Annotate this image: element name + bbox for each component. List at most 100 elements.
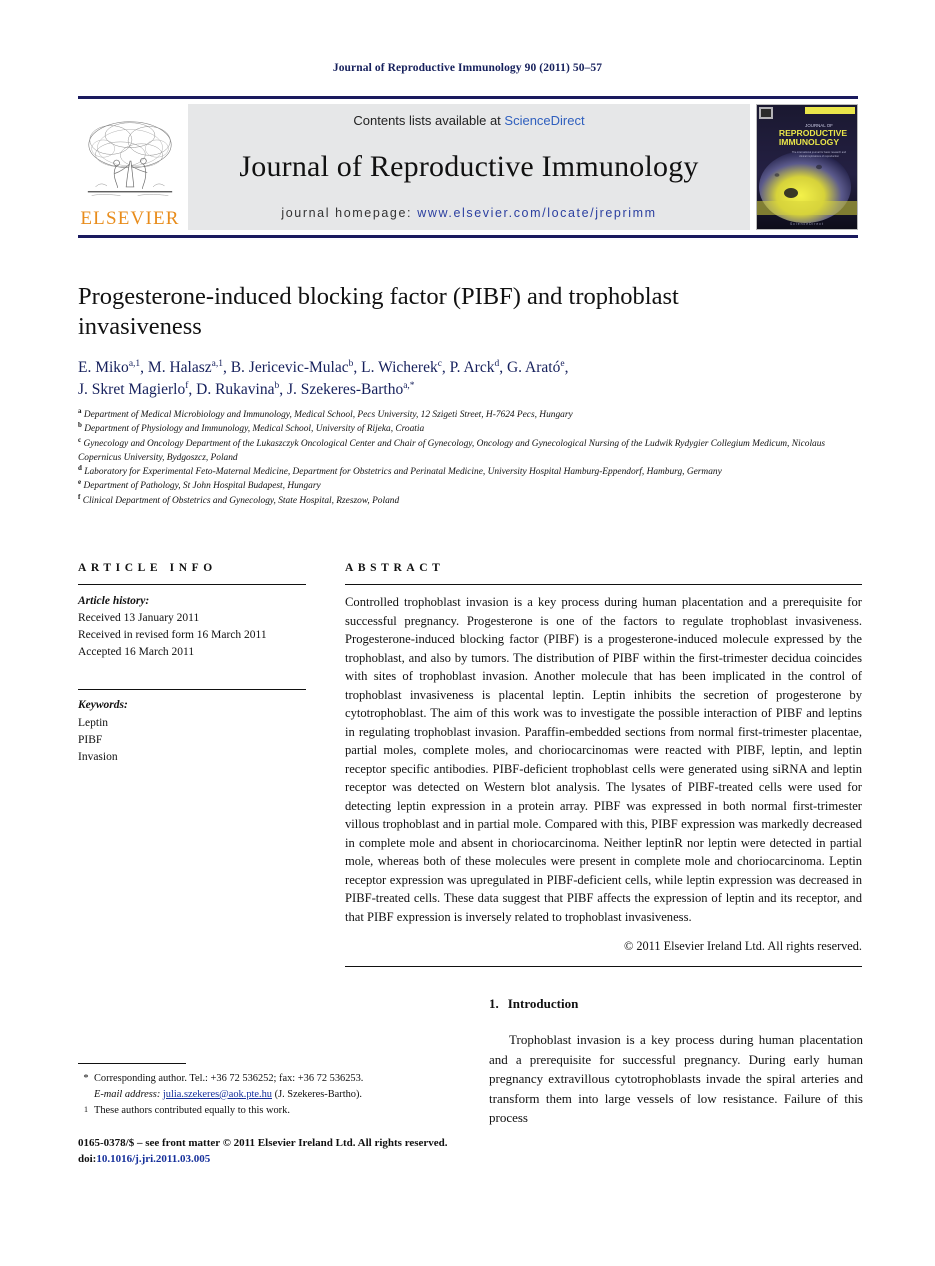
contents-prefix: Contents lists available at <box>353 113 505 128</box>
elsevier-tree-icon <box>87 121 173 196</box>
sciencedirect-link[interactable]: ScienceDirect <box>504 113 584 128</box>
affiliation-item: b Department of Physiology and Immunolog… <box>78 422 868 436</box>
journal-homepage-line: journal homepage: www.elsevier.com/locat… <box>281 206 656 220</box>
affiliation-item: d Laboratory for Experimental Feto-Mater… <box>78 465 868 479</box>
section-number: 1. <box>489 996 499 1011</box>
author-affil-marks: b <box>348 358 354 369</box>
email-address-label: E-mail address: <box>94 1088 161 1100</box>
equal-contribution-text: These authors contributed equally to thi… <box>94 1105 290 1117</box>
homepage-url-link[interactable]: www.elsevier.com/locate/jreprimm <box>417 206 656 220</box>
keyword-item: Invasion <box>78 750 118 763</box>
author-entry: L. Wicherekc, <box>361 358 450 376</box>
affiliation-text: Department of Physiology and Immunology,… <box>84 424 425 435</box>
masthead-center-panel: Contents lists available at ScienceDirec… <box>188 104 750 230</box>
author-entry: E. Mikoa,1, <box>78 358 148 376</box>
journal-masthead: ELSEVIER Contents lists available at Sci… <box>78 96 858 238</box>
footnote-block: * Corresponding author. Tel.: +36 72 536… <box>78 1063 458 1120</box>
page-title: Progesterone-induced blocking factor (PI… <box>78 283 679 340</box>
article-page: Journal of Reproductive Immunology 90 (2… <box>0 0 935 1266</box>
author-name: D. Rukavina <box>196 381 275 399</box>
article-history-item: Received in revised form 16 March 2011 <box>78 629 267 642</box>
author-affil-marks: e <box>560 358 565 369</box>
author-name: P. Arck <box>449 359 495 376</box>
author-entry: J. Szekeres-Barthoa,* <box>287 381 415 398</box>
keywords-rule <box>78 689 306 691</box>
affiliation-item: e Department of Pathology, St John Hospi… <box>78 479 868 493</box>
article-history-item: Received 13 January 2011 <box>78 612 200 625</box>
author-affil-marks: c <box>437 358 442 369</box>
affiliation-text: Laboratory for Experimental Feto-Materna… <box>84 467 722 478</box>
affiliation-text: Gynecology and Oncology Department of th… <box>78 438 826 463</box>
keywords-label: Keywords: <box>78 699 128 712</box>
author-name: M. Halasz <box>147 359 212 376</box>
corresponding-author-footnote: * Corresponding author. Tel.: +36 72 536… <box>78 1071 458 1102</box>
homepage-label: journal homepage: <box>281 206 413 220</box>
author-entry: D. Rukavinab, <box>196 381 287 399</box>
keyword-item: PIBF <box>78 733 103 746</box>
affiliation-mark: f <box>78 492 81 501</box>
author-name: B. Jericevic-Mulac <box>230 359 349 376</box>
author-entry: G. Aratóe, <box>506 358 569 376</box>
article-info-rule <box>78 584 306 585</box>
running-head: Journal of Reproductive Immunology 90 (2… <box>332 62 603 74</box>
author-affil-marks: b <box>274 381 280 392</box>
author-affil-marks: f <box>185 381 189 392</box>
affiliation-text: Clinical Department of Obstetrics and Gy… <box>82 495 400 506</box>
svg-text:The international journal for: The international journal for basic rese… <box>792 150 847 154</box>
doi-label: doi: <box>78 1152 97 1165</box>
author-entry: J. Skret Magierlof, <box>78 381 197 399</box>
author-entry: B. Jericevic-Mulacb, <box>230 358 362 376</box>
abstract-bottom-rule <box>345 966 862 967</box>
affiliation-text: Department of Medical Microbiology and I… <box>83 410 573 420</box>
author-affil-marks: a,* <box>403 381 415 392</box>
author-affil-marks: a,1 <box>128 358 141 369</box>
masthead-top-rule <box>78 96 858 99</box>
author-name: J. Szekeres-Bartho <box>286 381 404 399</box>
article-history-label: Article history: <box>78 595 150 607</box>
corresponding-author-text: Corresponding author. Tel.: +36 72 53625… <box>94 1071 458 1102</box>
email-address-link[interactable]: julia.szekeres@aok.pte.hu <box>163 1089 272 1100</box>
journal-cover-thumbnail[interactable]: JOURNAL OF REPRODUCTIVE IMMUNOLOGY The i… <box>756 104 858 230</box>
author-affil-marks: a,1 <box>211 358 223 369</box>
affiliation-mark: e <box>78 478 82 487</box>
abstract-heading: ABSTRACT <box>345 562 445 574</box>
imprint-block: 0165-0378/$ – see front matter © 2011 El… <box>78 1136 498 1168</box>
affiliation-item: f Clinical Department of Obstetrics and … <box>78 492 868 508</box>
keyword-item: Leptin <box>78 716 109 729</box>
abstract-top-rule <box>345 584 862 585</box>
author-entry: P. Arckd, <box>449 358 507 376</box>
author-name: J. Skret Magierlo <box>78 381 186 399</box>
contents-available-line: Contents lists available at ScienceDirec… <box>353 113 584 128</box>
introduction-heading: 1. Introduction <box>489 996 863 1012</box>
footnote-marker-asterisk: * <box>83 1073 89 1084</box>
elsevier-wordmark: ELSEVIER <box>80 208 180 229</box>
author-name: L. Wicherek <box>361 359 438 376</box>
affiliation-mark: b <box>78 421 82 430</box>
section-title: Introduction <box>507 996 579 1011</box>
author-name: G. Arató <box>506 359 561 376</box>
affiliation-mark: a <box>78 406 82 415</box>
svg-text:IMMUNOLOGY: IMMUNOLOGY <box>779 137 839 147</box>
svg-text:ScienceDirect: ScienceDirect <box>790 222 824 226</box>
equal-contribution-footnote: 1 These authors contributed equally to t… <box>78 1103 458 1119</box>
doi-value-link[interactable]: 10.1016/j.jri.2011.03.005 <box>96 1153 210 1165</box>
article-info-column: ARTICLE INFO Article history: Received 1… <box>78 562 306 766</box>
article-info-heading: ARTICLE INFO <box>78 562 217 574</box>
email-address-owner: (J. Szekeres-Bartho). <box>274 1088 363 1100</box>
author-list: E. Mikoa,1, M. Halasza,1, B. Jericevic-M… <box>78 357 868 402</box>
footnote-separator-rule <box>78 1063 186 1064</box>
cover-artwork: JOURNAL OF REPRODUCTIVE IMMUNOLOGY The i… <box>757 105 857 229</box>
affiliation-list: a Department of Medical Microbiology and… <box>78 406 868 508</box>
abstract-copyright: © 2011 Elsevier Ireland Ltd. All rights … <box>623 939 862 953</box>
affiliation-item: a Department of Medical Microbiology and… <box>78 406 868 422</box>
footnote-marker-one: 1 <box>84 1105 88 1115</box>
front-matter-line: 0165-0378/$ – see front matter © 2011 El… <box>78 1137 448 1149</box>
affiliation-mark: d <box>78 464 82 473</box>
journal-title: Journal of Reproductive Immunology <box>239 150 699 183</box>
introduction-paragraph: Trophoblast invasion is a key process du… <box>489 1032 863 1125</box>
masthead-bottom-rule <box>78 235 858 238</box>
author-affil-marks: d <box>494 358 500 369</box>
abstract-body: Controlled trophoblast invasion is a key… <box>345 595 862 924</box>
elsevier-logo: ELSEVIER <box>78 104 182 230</box>
svg-text:clinical implications of repro: clinical implications of reproduction <box>799 154 840 158</box>
